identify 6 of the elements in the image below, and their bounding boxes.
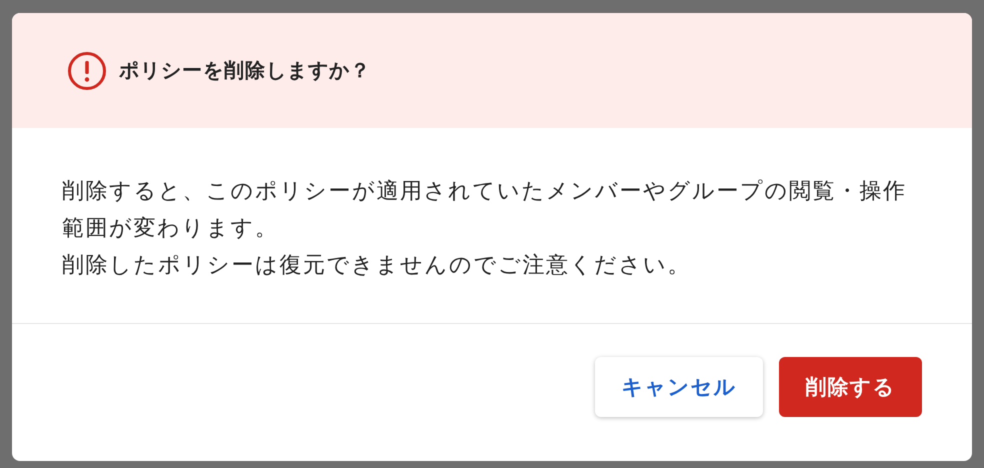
delete-button[interactable]: 削除する bbox=[779, 357, 922, 417]
message-text: 削除したポリシーは復元できませんのでご注意ください。 bbox=[62, 251, 692, 279]
alert-icon bbox=[67, 50, 107, 90]
message-text: 削除すると、このポリシーが適用されていたメンバーやグループの閲覧・操作範囲が変わります。 bbox=[62, 177, 908, 242]
cancel-button[interactable]: キャンセル bbox=[595, 357, 763, 417]
dialog-title: ポリシーを削除しますか？ bbox=[119, 59, 371, 84]
